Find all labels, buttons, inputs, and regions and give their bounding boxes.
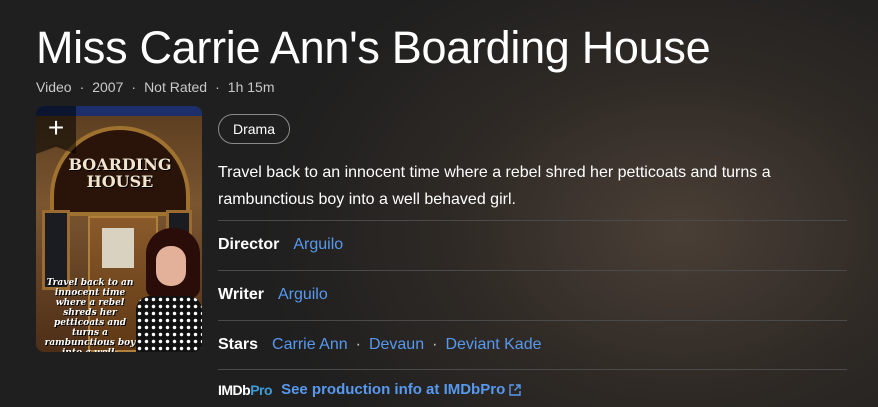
- imdbpro-logo[interactable]: IMDbPro: [218, 382, 273, 398]
- name-separator: ·: [355, 336, 361, 353]
- meta-runtime: 1h 15m: [227, 79, 275, 95]
- plot-summary: Travel back to an innocent time where a …: [218, 164, 771, 208]
- poster-figure-dress: [136, 296, 202, 352]
- imdbpro-row: IMDbPro See production info at IMDbPro: [218, 381, 521, 398]
- star-link[interactable]: Deviant Kade: [445, 336, 541, 354]
- add-to-watchlist-button[interactable]: +: [36, 106, 76, 154]
- poster-door-sign: [102, 228, 134, 268]
- credit-label[interactable]: Writer: [218, 286, 264, 304]
- credit-row-stars: Stars Carrie Ann · Devaun · Deviant Kade: [218, 320, 847, 370]
- page-title: Miss Carrie Ann's Boarding House: [36, 22, 711, 73]
- imdbpro-link[interactable]: See production info at IMDbPro: [281, 381, 505, 398]
- divider: [218, 369, 847, 370]
- plus-icon: +: [47, 112, 65, 143]
- name-separator: ·: [432, 336, 438, 353]
- meta-separator: ·: [215, 79, 220, 95]
- credit-label[interactable]: Stars: [218, 336, 258, 354]
- external-link-icon[interactable]: [509, 383, 521, 396]
- star-link[interactable]: Devaun: [369, 336, 424, 354]
- title-metadata: Video · 2007 · Not Rated · 1h 15m: [36, 79, 274, 95]
- meta-separator: ·: [131, 79, 137, 95]
- credit-row-writer: Writer Arguilo: [218, 270, 847, 320]
- meta-rating[interactable]: Not Rated: [144, 79, 207, 95]
- poster-image[interactable]: BOARDING HOUSE Travel back to an innocen…: [36, 106, 202, 352]
- credit-row-director: Director Arguilo: [218, 220, 847, 270]
- poster-arch-text: BOARDING HOUSE: [68, 155, 172, 191]
- credit-label[interactable]: Director: [218, 236, 279, 254]
- meta-type[interactable]: Video: [36, 79, 72, 95]
- genre-chip-drama[interactable]: Drama: [218, 114, 291, 144]
- meta-year[interactable]: 2007: [92, 79, 123, 95]
- director-link[interactable]: Arguilo: [293, 236, 343, 254]
- poster-caption: Travel back to an innocent time where a …: [44, 278, 136, 352]
- poster-figure-face: [156, 246, 186, 286]
- meta-separator: ·: [79, 79, 85, 95]
- star-link[interactable]: Carrie Ann: [272, 336, 348, 354]
- writer-link[interactable]: Arguilo: [278, 286, 328, 304]
